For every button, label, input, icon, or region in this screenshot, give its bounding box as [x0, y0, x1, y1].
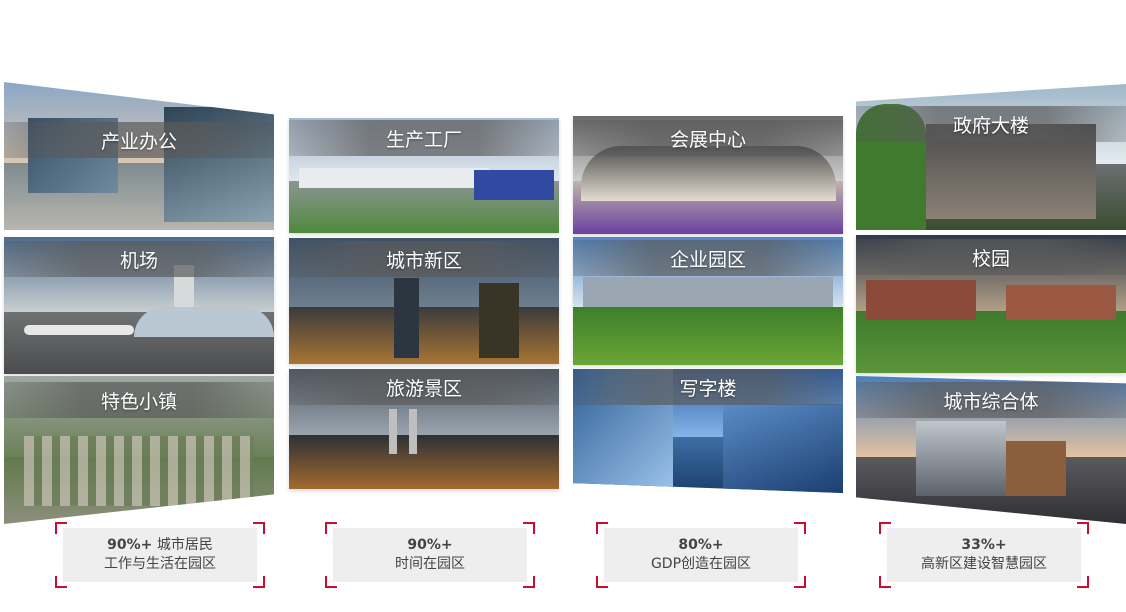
chimney-icon: [409, 409, 417, 454]
complex-building-icon: [916, 421, 1006, 496]
stat-body: 80%+ GDP创造在园区: [604, 528, 798, 582]
tile-government-building[interactable]: 政府大楼: [856, 84, 1126, 230]
tile-label: 城市综合体: [856, 382, 1126, 418]
tile-label: 机场: [4, 241, 274, 277]
stat-text: 城市居民: [156, 537, 213, 553]
factory-building-icon: [299, 168, 489, 188]
factory-building-icon: [474, 170, 554, 200]
tile-new-city-district[interactable]: 城市新区: [289, 238, 559, 364]
stat-line-2: 高新区建设智慧园区: [921, 556, 1047, 572]
tile-enterprise-park[interactable]: 企业园区: [573, 237, 843, 365]
photo-ground: [573, 307, 843, 365]
skyscraper-icon: [394, 278, 419, 358]
photo-ground: [289, 435, 559, 489]
tile-campus[interactable]: 校园: [856, 235, 1126, 373]
campus-building-icon: [866, 280, 976, 320]
tile-label: 写字楼: [573, 369, 843, 405]
stat-line-2: 工作与生活在园区: [104, 556, 216, 572]
stat-line-2: 时间在园区: [395, 556, 465, 572]
complex-building-icon: [1006, 441, 1066, 496]
stat-line-2: GDP创造在园区: [650, 556, 752, 572]
campus-building-icon: [1006, 285, 1116, 320]
tile-urban-complex[interactable]: 城市综合体: [856, 376, 1126, 524]
stat-body: 33%+ 高新区建设智慧园区: [887, 528, 1081, 582]
tile-label: 校园: [856, 239, 1126, 275]
tile-label: 产业办公: [4, 122, 274, 158]
stat-card-time: 90%+ 时间在园区: [325, 522, 535, 588]
tile-label: 特色小镇: [4, 382, 274, 418]
tile-label: 企业园区: [573, 240, 843, 276]
tile-exhibition-center[interactable]: 会展中心: [573, 116, 843, 234]
stat-body: 90%+ 时间在园区: [333, 528, 527, 582]
tile-label: 政府大楼: [856, 106, 1126, 142]
skyline-icon: [583, 277, 833, 307]
tile-characteristic-town[interactable]: 特色小镇: [4, 376, 274, 524]
terminal-building-icon: [134, 307, 274, 337]
photo-ground: [856, 310, 1126, 373]
tile-label: 旅游景区: [289, 369, 559, 405]
stat-line-1: 90%+ 城市居民: [107, 536, 213, 555]
tile-label: 会展中心: [573, 120, 843, 156]
glass-tower-icon: [723, 404, 843, 493]
chimney-icon: [389, 409, 397, 454]
stat-value: 33%+: [961, 537, 1007, 553]
skyscraper-icon: [479, 283, 519, 358]
stat-card-gdp: 80%+ GDP创造在园区: [596, 522, 806, 588]
airplane-icon: [24, 325, 134, 335]
stat-value: 90%+: [407, 537, 453, 553]
houses-icon: [24, 436, 254, 506]
tile-airport[interactable]: 机场: [4, 237, 274, 374]
stat-body: 90%+ 城市居民 工作与生活在园区: [63, 528, 257, 582]
stat-value: 90%+: [107, 537, 153, 553]
tile-office-building[interactable]: 写字楼: [573, 369, 843, 493]
tile-label: 生产工厂: [289, 120, 559, 156]
tile-label: 城市新区: [289, 241, 559, 277]
tile-production-factory[interactable]: 生产工厂: [289, 118, 559, 233]
stat-value: 80%+: [678, 537, 724, 553]
tile-industrial-office[interactable]: 产业办公: [4, 82, 274, 230]
stat-card-smart-park: 33%+ 高新区建设智慧园区: [879, 522, 1089, 588]
stat-card-residents: 90%+ 城市居民 工作与生活在园区: [55, 522, 265, 588]
tile-scenic-spot[interactable]: 旅游景区: [289, 369, 559, 489]
